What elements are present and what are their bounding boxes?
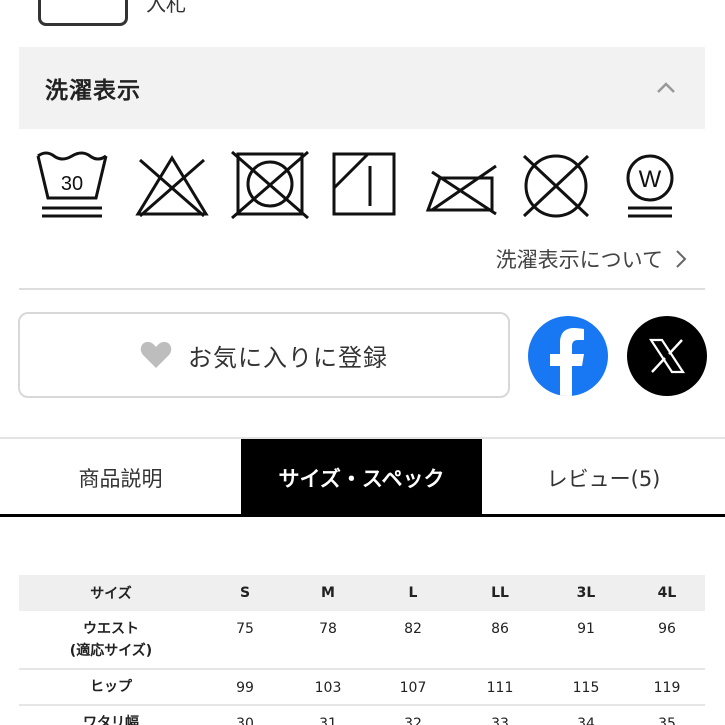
x-share-button[interactable] (627, 316, 707, 396)
size-spec-table: サイズ S M L LL 3L 4L ウエスト (適応サイズ) 75 78 82… (19, 575, 705, 725)
row-label-subline: (適応サイズ) (69, 642, 153, 659)
product-tabs: 商品説明 サイズ・スペック レビュー(5) (0, 437, 725, 517)
table-cell: 115 (572, 680, 600, 696)
wet-clean-icon: W (626, 154, 674, 218)
line-dry-shade-icon (332, 152, 396, 216)
table-row: ワタリ幅 30 31 32 33 34 35 (19, 705, 705, 725)
table-cell: 91 (577, 621, 595, 637)
table-cell: 75 (236, 621, 254, 637)
tabs-underline (0, 514, 725, 517)
table-header-cell: 3L (543, 575, 629, 611)
table-cell: 35 (658, 716, 676, 725)
care-label-accordion-header[interactable]: 洗濯表示 (19, 47, 705, 129)
care-symbols: 30 W (30, 148, 690, 226)
care-label-title: 洗濯表示 (45, 78, 141, 104)
table-cell: 107 (399, 680, 427, 696)
table-cell: 99 (236, 680, 254, 696)
add-to-favorites-button[interactable]: お気に入りに登録 (18, 312, 510, 398)
no-dry-clean-icon (522, 154, 590, 218)
table-cell: 86 (491, 621, 509, 637)
table-header-cell: S (203, 575, 287, 611)
table-header-cell: サイズ (19, 575, 203, 611)
no-bleach-icon (135, 155, 209, 218)
wool-symbol-text: W (639, 166, 662, 193)
no-tumble-dry-icon (231, 150, 309, 220)
table-header-cell: M (287, 575, 369, 611)
top-item-label: 入札 (146, 0, 186, 16)
wash-temp-text: 30 (61, 173, 83, 195)
table-cell: 30 (236, 716, 254, 725)
no-iron-icon (425, 164, 497, 216)
add-to-favorites-label: お気に入りに登録 (188, 343, 388, 372)
section-divider (19, 288, 705, 290)
wash-30-icon: 30 (36, 151, 108, 218)
row-label: ヒップ (90, 679, 132, 695)
care-label-info-link[interactable]: 洗濯表示について (496, 244, 687, 274)
table-cell: 119 (653, 680, 681, 696)
table-cell: 31 (319, 716, 337, 725)
table-cell: 34 (577, 716, 595, 725)
table-cell: 33 (491, 716, 509, 725)
row-label: ウエスト (適応サイズ) (19, 611, 203, 669)
facebook-share-button[interactable] (528, 316, 608, 396)
tab-size-spec[interactable]: サイズ・スペック (241, 439, 482, 517)
row-label: ワタリ幅 (83, 715, 139, 725)
tab-reviews[interactable]: レビュー(5) (482, 439, 725, 517)
table-header-row: サイズ S M L LL 3L 4L (19, 575, 705, 611)
row-label-line: ウエスト (83, 620, 139, 637)
table-cell: 32 (404, 716, 422, 725)
table-header-cell: L (369, 575, 457, 611)
heart-icon (140, 341, 172, 368)
table-cell: 82 (404, 621, 422, 637)
table-header-cell: 4L (629, 575, 705, 611)
table-header-cell: LL (457, 575, 543, 611)
table-row: ヒップ 99 103 107 111 115 119 (19, 669, 705, 705)
chevron-right-icon (676, 250, 687, 268)
table-row: ウエスト (適応サイズ) 75 78 82 86 91 96 (19, 611, 705, 669)
table-cell: 96 (658, 621, 676, 637)
chevron-up-icon (657, 82, 675, 93)
facebook-icon (550, 328, 584, 396)
table-cell: 111 (486, 680, 514, 696)
bag-icon (38, 0, 128, 26)
x-icon (648, 338, 686, 374)
care-label-info-text: 洗濯表示について (495, 248, 663, 272)
table-cell: 78 (319, 621, 337, 637)
table-cell: 103 (314, 680, 342, 696)
tab-product-description[interactable]: 商品説明 (0, 439, 241, 517)
